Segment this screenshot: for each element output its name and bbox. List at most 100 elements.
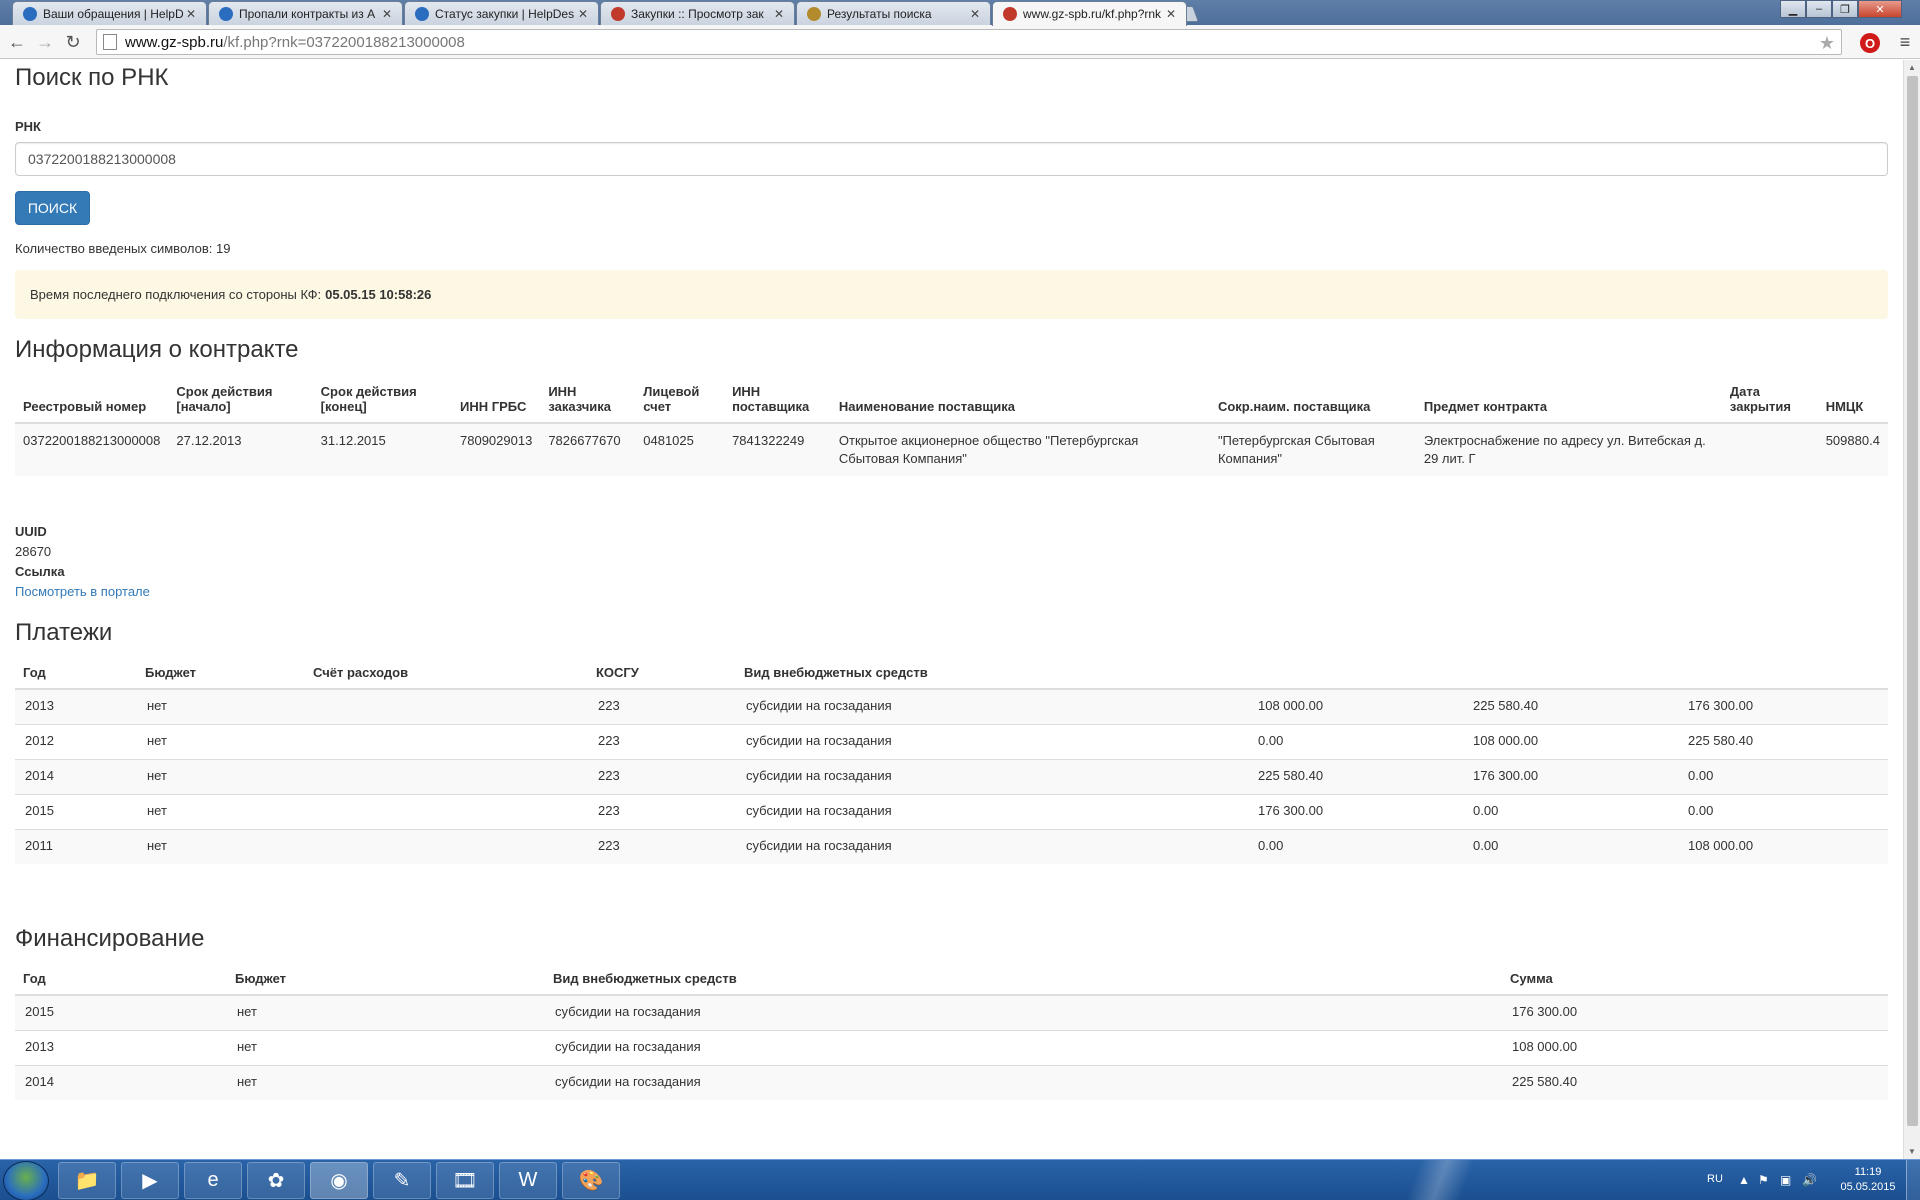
show-desktop-button[interactable] bbox=[1906, 1160, 1920, 1200]
table-cell: 176 300.00 bbox=[1463, 758, 1678, 794]
start-button[interactable] bbox=[3, 1161, 49, 1200]
chrome-icon[interactable]: ◉ bbox=[310, 1162, 368, 1199]
table-cell: нет bbox=[137, 828, 305, 864]
language-indicator[interactable]: RU bbox=[1707, 1173, 1723, 1185]
table-cell: 509880.4 bbox=[1817, 422, 1888, 476]
browser-menu-icon[interactable]: ≡ bbox=[1896, 32, 1914, 52]
rnk-input[interactable] bbox=[15, 142, 1888, 176]
column-header: ИНН ГРБС bbox=[452, 376, 541, 424]
browser-tab[interactable]: Статус закупки | HelpDes ✕ bbox=[404, 1, 599, 25]
browser-tab[interactable]: Ваши обращения | HelpD ✕ bbox=[12, 1, 207, 25]
column-header bbox=[1678, 657, 1888, 690]
browser-tab[interactable]: Пропали контракты из А ✕ bbox=[208, 1, 403, 25]
table-row: 2012 нет 223 субсидии на госзадания 0.00 108 … bbox=[15, 723, 1888, 759]
address-host: www.gz-spb.ru bbox=[125, 33, 224, 51]
paint-icon[interactable]: 🎨 bbox=[562, 1162, 620, 1199]
table-cell: "Петербургская Сбытовая Компания" bbox=[1209, 422, 1416, 476]
clock-time: 11:19 bbox=[1854, 1166, 1882, 1178]
rnk-label: РНК bbox=[15, 119, 41, 134]
adblock-extension-icon[interactable]: O bbox=[1860, 33, 1880, 53]
close-window-button[interactable]: ✕ bbox=[1858, 0, 1902, 18]
page-scrollbar[interactable]: ▲ ▼ bbox=[1903, 60, 1920, 1159]
table-row: 2015 нет 223 субсидии на госзадания 176 300.… bbox=[15, 793, 1888, 829]
alert-datetime: 05.05.15 10:58:26 bbox=[325, 287, 432, 302]
table-cell: 223 bbox=[588, 828, 736, 864]
volume-icon[interactable]: 🔊 bbox=[1802, 1173, 1817, 1187]
movie-maker-icon[interactable]: 🎞 bbox=[436, 1162, 494, 1199]
portal-link[interactable]: Посмотреть в портале bbox=[15, 584, 150, 599]
table-cell: 176 300.00 bbox=[1678, 688, 1888, 724]
uuid-label: UUID bbox=[15, 524, 47, 539]
word-icon[interactable]: W bbox=[499, 1162, 557, 1199]
column-header: ИНН поставщика bbox=[724, 376, 831, 424]
column-header: Реестровый номер bbox=[15, 376, 169, 424]
table-cell: 0.00 bbox=[1463, 793, 1678, 829]
tray-clock[interactable]: 11:19 05.05.2015 bbox=[1838, 1165, 1898, 1195]
maximize-button[interactable]: ❐ bbox=[1832, 0, 1858, 18]
column-header: Бюджет bbox=[137, 657, 305, 690]
column-header: Вид внебюджетных средств bbox=[736, 657, 1248, 690]
tab-close-icon[interactable]: ✕ bbox=[772, 7, 786, 21]
scrollbar-thumb[interactable] bbox=[1907, 76, 1918, 1126]
column-header: КОСГУ bbox=[588, 657, 736, 690]
column-header bbox=[1463, 657, 1678, 690]
table-cell: нет bbox=[137, 758, 305, 794]
financing-table: Год Бюджет Вид внебюджетных средств Сумма 2… bbox=[15, 963, 1888, 1100]
table-cell: нет bbox=[227, 1029, 545, 1065]
helpdesk-icon bbox=[23, 6, 37, 21]
tab-close-icon[interactable]: ✕ bbox=[576, 7, 590, 21]
column-header: Вид внебюджетных средств bbox=[545, 963, 1502, 996]
link-label: Ссылка bbox=[15, 564, 65, 579]
media-player-icon[interactable]: ▶ bbox=[121, 1162, 179, 1199]
table-cell: субсидии на госзадания bbox=[736, 688, 1248, 724]
browser-tab[interactable]: Закупки :: Просмотр зак ✕ bbox=[600, 1, 795, 25]
tab-close-icon[interactable]: ✕ bbox=[968, 7, 982, 21]
address-bar[interactable]: www.gz-spb.ru/kf.php?rnk=037220018821300… bbox=[96, 29, 1842, 55]
tab-close-icon[interactable]: ✕ bbox=[380, 7, 394, 21]
table-cell: 0.00 bbox=[1248, 723, 1463, 759]
page-icon bbox=[103, 34, 117, 50]
bookmark-star-icon[interactable]: ★ bbox=[1819, 33, 1835, 54]
table-cell: субсидии на госзадания bbox=[736, 758, 1248, 794]
table-cell bbox=[305, 688, 588, 724]
emblem-icon bbox=[807, 6, 821, 21]
notepad-icon[interactable]: ✎ bbox=[373, 1162, 431, 1199]
action-center-flag-icon[interactable]: ⚑ bbox=[1758, 1173, 1769, 1187]
minimize-button[interactable]: – bbox=[1806, 0, 1832, 18]
scroll-up-icon[interactable]: ▲ bbox=[1908, 63, 1916, 72]
page-content: Поиск по РНК РНК Поиск Количество введен… bbox=[0, 60, 1903, 1159]
forward-arrow-icon[interactable]: → bbox=[34, 31, 56, 53]
tab-label: Статус закупки | HelpDes bbox=[435, 6, 575, 21]
table-cell: 2011 bbox=[15, 828, 137, 864]
icq-icon[interactable]: ✿ bbox=[247, 1162, 305, 1199]
show-hidden-icons-icon[interactable]: ▲ bbox=[1738, 1173, 1750, 1187]
table-cell: субсидии на госзадания bbox=[545, 1029, 1502, 1065]
scroll-down-icon[interactable]: ▼ bbox=[1908, 1147, 1916, 1156]
internet-explorer-icon[interactable]: e bbox=[184, 1162, 242, 1199]
tab-close-icon[interactable]: ✕ bbox=[1164, 7, 1178, 21]
table-cell: 223 bbox=[588, 688, 736, 724]
table-cell: Открытое акционерное общество "Петербург… bbox=[830, 422, 1210, 476]
financing-header-row: Год Бюджет Вид внебюджетных средств Сумма bbox=[15, 963, 1888, 996]
tab-close-icon[interactable]: ✕ bbox=[184, 7, 198, 21]
gz-spb-icon bbox=[1003, 7, 1017, 21]
reload-icon[interactable]: ↻ bbox=[62, 31, 84, 53]
column-header: ИНН заказчика bbox=[540, 376, 636, 424]
table-cell: 7826677670 bbox=[540, 422, 636, 476]
back-arrow-icon[interactable]: ← bbox=[6, 31, 28, 53]
table-cell: нет bbox=[227, 994, 545, 1030]
tab-label: Результаты поиска bbox=[827, 6, 932, 21]
column-header: Лицевой счет bbox=[635, 376, 725, 424]
search-button[interactable]: Поиск bbox=[15, 191, 90, 225]
browser-tab[interactable]: www.gz-spb.ru/kf.php?rnk ✕ bbox=[992, 1, 1187, 26]
browser-tab[interactable]: Результаты поиска ✕ bbox=[796, 1, 991, 25]
table-cell: 225 580.40 bbox=[1678, 723, 1888, 759]
table-cell: 0.00 bbox=[1463, 828, 1678, 864]
tab-label: www.gz-spb.ru/kf.php?rnk bbox=[1023, 7, 1162, 21]
table-cell: 2015 bbox=[15, 793, 137, 829]
network-icon[interactable]: ▣ bbox=[1780, 1173, 1791, 1187]
column-header: Наименование поставщика bbox=[830, 376, 1210, 424]
minimize-window-button[interactable]: ▁ bbox=[1780, 0, 1806, 18]
explorer-icon[interactable]: 📁 bbox=[58, 1162, 116, 1199]
alert-text: Время последнего подключения со стороны … bbox=[30, 287, 322, 302]
